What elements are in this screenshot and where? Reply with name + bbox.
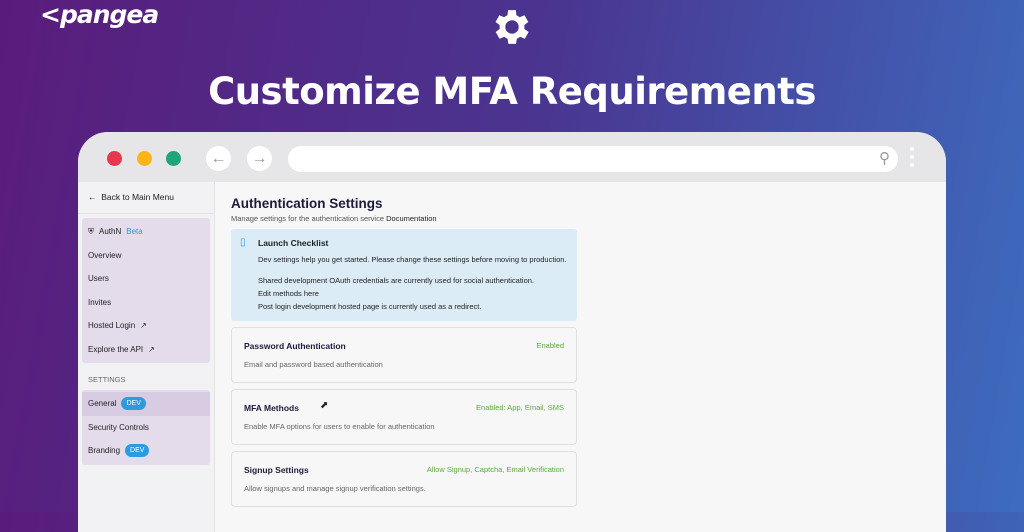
label: General	[88, 399, 117, 408]
sidebar-item-branding[interactable]: Branding DEV	[82, 439, 210, 463]
main-content: Authentication Settings Manage settings …	[231, 182, 946, 532]
checklist-text: Shared development OAuth credentials are…	[258, 276, 534, 285]
back-label: Back to Main Menu	[101, 192, 174, 202]
launch-checklist: ▯ Launch Checklist Dev settings help you…	[231, 229, 577, 321]
external-link-icon: ↗	[148, 344, 155, 354]
arrow-left-icon: ←	[88, 192, 97, 202]
sidebar-item-explore-api[interactable]: Explore the API ↗	[82, 338, 210, 362]
beta-badge: Beta	[126, 227, 143, 236]
search-icon[interactable]: ⚲	[879, 149, 890, 167]
close-dot[interactable]	[107, 151, 122, 166]
page-title: Authentication Settings	[231, 196, 383, 211]
signup-settings-card[interactable]: Signup Settings Allow signups and manage …	[231, 451, 577, 507]
card-desc: Allow signups and manage signup verifica…	[244, 484, 426, 493]
sidebar-item-invites[interactable]: Invites	[82, 291, 210, 315]
sidebar: ← Back to Main Menu ⛨ AuthN Beta Overview …	[78, 182, 215, 532]
edit-methods-link[interactable]: Edit methods here	[258, 287, 567, 300]
sidebar-item-security-controls[interactable]: Security Controls	[82, 416, 210, 440]
label: Hosted Login	[88, 321, 136, 330]
minimize-dot[interactable]	[137, 151, 152, 166]
settings-heading: SETTINGS	[88, 375, 126, 384]
password-authentication-card[interactable]: Password Authentication Email and passwor…	[231, 327, 577, 383]
sidebar-item-overview[interactable]: Overview	[82, 244, 210, 268]
gear-icon	[495, 10, 529, 44]
shield-icon: ⛨	[88, 227, 94, 236]
back-arrow-icon[interactable]: ←	[206, 146, 231, 171]
dev-badge: DEV	[125, 444, 150, 458]
browser-toolbar: ← → ⚲	[78, 132, 946, 182]
checklist-icon: ▯	[240, 237, 246, 248]
subtitle-text: Manage settings for the authentication s…	[231, 214, 385, 223]
sidebar-item-general[interactable]: General DEV	[82, 392, 210, 416]
external-link-icon: ↗	[140, 321, 147, 330]
service-name: AuthN	[99, 227, 122, 236]
checklist-text: Post login development hosted page is cu…	[258, 302, 482, 311]
more-menu-icon[interactable]	[910, 147, 914, 171]
sidebar-item-authn[interactable]: ⛨ AuthN Beta	[82, 220, 210, 244]
forward-arrow-icon[interactable]: →	[247, 146, 272, 171]
mfa-methods-card[interactable]: MFA Methods Enable MFA options for users …	[231, 389, 577, 445]
card-desc: Email and password based authentication	[244, 360, 383, 369]
status-badge: Enabled: App, Email, SMS	[476, 403, 564, 412]
card-title: Password Authentication	[244, 341, 346, 351]
label: Explore the API	[88, 344, 144, 354]
mouse-cursor-icon: ⬈	[320, 400, 329, 411]
headline: Customize MFA Requirements	[208, 70, 816, 113]
back-to-main-menu[interactable]: ← Back to Main Menu	[78, 182, 214, 214]
sidebar-item-hosted-login[interactable]: Hosted Login ↗	[82, 314, 210, 338]
sidebar-item-users[interactable]: Users	[82, 267, 210, 291]
service-nav: ⛨ AuthN Beta Overview Users Invites Hosted…	[82, 218, 210, 363]
checklist-title: Launch Checklist	[258, 238, 329, 248]
checklist-text: Dev settings help you get started. Pleas…	[258, 255, 567, 264]
dev-badge: DEV	[121, 397, 146, 411]
settings-nav: General DEV Security Controls Branding DEV	[82, 390, 210, 465]
address-bar[interactable]: ⚲	[288, 146, 898, 172]
page-subtitle: Manage settings for the authentication s…	[231, 214, 946, 223]
status-badge: Enabled	[536, 341, 564, 350]
documentation-link[interactable]: Documentation	[386, 214, 436, 223]
pangea-logo: <pangea	[40, 0, 159, 29]
card-desc: Enable MFA options for users to enable f…	[244, 422, 435, 431]
status-badge: Allow Signup, Captcha, Email Verificatio…	[426, 465, 564, 474]
label: Branding	[88, 446, 121, 455]
maximize-dot[interactable]	[166, 151, 181, 166]
browser-window: ← → ⚲ ← Back to Main Menu ⛨ AuthN Beta Ove…	[78, 132, 946, 532]
